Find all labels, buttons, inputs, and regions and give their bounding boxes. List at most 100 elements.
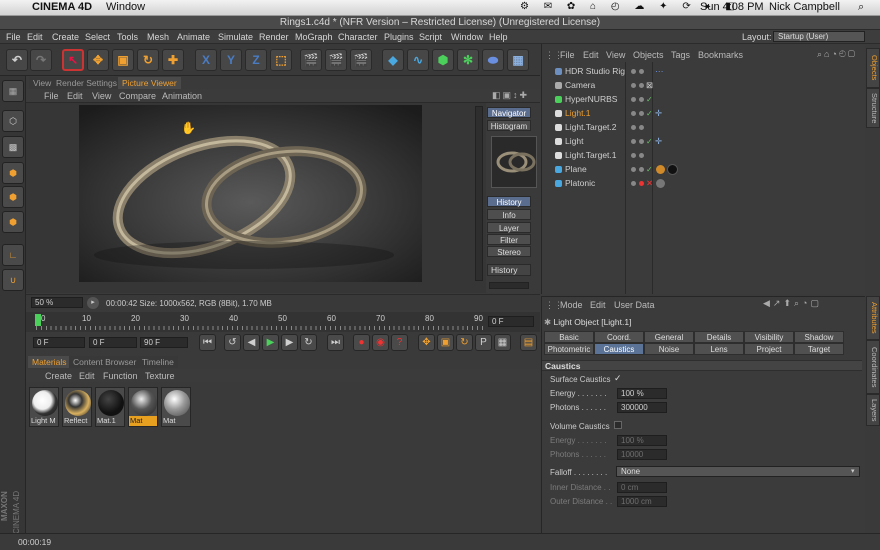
history-scrollbar[interactable] bbox=[489, 282, 529, 289]
undo-icon[interactable]: ↶ bbox=[6, 49, 28, 71]
stereo-tab[interactable]: Stereo bbox=[487, 246, 531, 257]
timeline-window-icon[interactable]: ▤ bbox=[520, 334, 537, 351]
mat-menu-edit[interactable]: Edit bbox=[79, 371, 95, 381]
min-frame-field[interactable]: 0 F bbox=[89, 337, 137, 348]
obj-menu-objects[interactable]: Objects bbox=[633, 50, 664, 60]
attr-tab-shadow[interactable]: Shadow bbox=[794, 331, 844, 343]
points-mode-icon[interactable]: ⬢ bbox=[2, 162, 24, 184]
viewer-menu-animation[interactable]: Animation bbox=[162, 91, 202, 101]
viewer-menu-compare[interactable]: Compare bbox=[119, 91, 156, 101]
model-mode-icon[interactable]: ⬡ bbox=[2, 110, 24, 132]
material-tag-icon[interactable] bbox=[656, 165, 665, 174]
spline-icon[interactable]: ∿ bbox=[407, 49, 429, 71]
keyframe-help-icon[interactable]: ? bbox=[391, 334, 408, 351]
x-axis-icon[interactable]: X bbox=[195, 49, 217, 71]
attr-tab-coord[interactable]: Coord. bbox=[594, 331, 644, 343]
mat-menu-create[interactable]: Create bbox=[45, 371, 72, 381]
energy-field[interactable]: 100 % bbox=[617, 388, 667, 399]
current-frame-field[interactable]: 0 F bbox=[488, 316, 534, 327]
right-tab-objects[interactable]: Objects bbox=[866, 48, 880, 88]
next-frame-icon[interactable]: ▶ bbox=[281, 334, 298, 351]
menu-file[interactable]: File bbox=[6, 32, 21, 42]
go-to-end-icon[interactable]: ⏭ bbox=[327, 334, 344, 351]
y-axis-icon[interactable]: Y bbox=[220, 49, 242, 71]
redo-icon[interactable]: ↷ bbox=[30, 49, 52, 71]
object-row[interactable]: Light.Target.2 bbox=[543, 121, 863, 134]
tab-timeline[interactable]: Timeline bbox=[138, 356, 178, 368]
live-selection-icon[interactable]: ↖ bbox=[62, 49, 84, 71]
viewer-menu-file[interactable]: File bbox=[44, 91, 59, 101]
enabled-check-icon[interactable]: ✓ bbox=[646, 135, 653, 148]
attr-menu-edit[interactable]: Edit bbox=[590, 300, 606, 310]
prev-frame-icon[interactable]: ◀ bbox=[243, 334, 260, 351]
app-menu[interactable]: CINEMA 4D bbox=[32, 1, 92, 13]
menu-render[interactable]: Render bbox=[259, 32, 289, 42]
obj-menu-bookmarks[interactable]: Bookmarks bbox=[698, 50, 743, 60]
object-row[interactable]: Light ✓ ✛ bbox=[543, 135, 863, 148]
autokey-icon[interactable]: ◉ bbox=[372, 334, 389, 351]
play-small-icon[interactable]: ▸ bbox=[87, 297, 99, 309]
material-tag-icon[interactable] bbox=[656, 179, 665, 188]
menu-edit[interactable]: Edit bbox=[27, 32, 43, 42]
enabled-check-icon[interactable]: ✓ bbox=[646, 163, 653, 176]
make-editable-icon[interactable]: ▦ bbox=[2, 80, 24, 102]
right-tab-attributes[interactable]: Attributes bbox=[866, 296, 880, 340]
attr-tab-noise[interactable]: Noise bbox=[644, 343, 694, 355]
menu-tools[interactable]: Tools bbox=[117, 32, 138, 42]
clock[interactable]: Sun 4:08 PM bbox=[700, 1, 764, 13]
navigator-tab[interactable]: Navigator bbox=[487, 107, 531, 118]
attr-tab-photometric[interactable]: Photometric bbox=[544, 343, 594, 355]
render-picture-viewer-icon[interactable]: 🎬 bbox=[325, 49, 347, 71]
menu-script[interactable]: Script bbox=[419, 32, 442, 42]
menu-help[interactable]: Help bbox=[489, 32, 508, 42]
record-icon[interactable]: ● bbox=[353, 334, 370, 351]
viewer-menu-edit[interactable]: Edit bbox=[67, 91, 83, 101]
object-row[interactable]: HDR Studio Rig ⋯ bbox=[543, 65, 863, 78]
material-thumb[interactable]: Reflect bbox=[62, 387, 92, 427]
attr-tab-general[interactable]: General bbox=[644, 331, 694, 343]
enabled-check-icon[interactable]: ✓ bbox=[646, 93, 653, 106]
key-param-icon[interactable]: P bbox=[475, 334, 492, 351]
material-thumb-selected[interactable]: Mat bbox=[128, 387, 158, 427]
axis-icon[interactable]: ∟ bbox=[2, 244, 24, 266]
deformer-icon[interactable]: ⬬ bbox=[482, 49, 504, 71]
falloff-select[interactable]: None bbox=[616, 466, 860, 477]
attr-menu-userdata[interactable]: User Data bbox=[614, 300, 655, 310]
photons-field[interactable]: 300000 bbox=[617, 402, 667, 413]
right-tab-coordinates[interactable]: Coordinates bbox=[866, 340, 880, 394]
attr-tab-caustics[interactable]: Caustics bbox=[594, 343, 644, 355]
viewer-vertical-scrollbar[interactable] bbox=[475, 106, 483, 281]
edges-mode-icon[interactable]: ⬢ bbox=[2, 186, 24, 208]
add-icon[interactable]: ✚ bbox=[162, 49, 184, 71]
attr-tab-visibility[interactable]: Visibility bbox=[744, 331, 794, 343]
enabled-check-icon[interactable]: ✓ bbox=[646, 107, 653, 120]
right-tab-layers[interactable]: Layers bbox=[866, 394, 880, 426]
attr-tab-basic[interactable]: Basic bbox=[544, 331, 594, 343]
key-scale-icon[interactable]: ▣ bbox=[437, 334, 454, 351]
material-thumb[interactable]: Light M bbox=[29, 387, 59, 427]
end-frame-field[interactable]: 90 F bbox=[140, 337, 188, 348]
menu-select[interactable]: Select bbox=[85, 32, 110, 42]
tab-materials[interactable]: Materials bbox=[28, 356, 71, 368]
menu-animate[interactable]: Animate bbox=[177, 32, 210, 42]
menu-create[interactable]: Create bbox=[52, 32, 79, 42]
play-icon[interactable]: ▶ bbox=[262, 334, 279, 351]
obj-menu-file[interactable]: File bbox=[560, 50, 575, 60]
key-move-icon[interactable]: ✥ bbox=[418, 334, 435, 351]
snap-icon[interactable]: ∪ bbox=[2, 269, 24, 291]
texture-mode-icon[interactable]: ▩ bbox=[2, 136, 24, 158]
key-pla-icon[interactable]: ▦ bbox=[494, 334, 511, 351]
attr-menu-mode[interactable]: Mode bbox=[560, 300, 583, 310]
render-view-icon[interactable]: 🎬 bbox=[300, 49, 322, 71]
move-icon[interactable]: ✥ bbox=[87, 49, 109, 71]
obj-toolbar-icons[interactable]: ⌕⌂◔◴▢ bbox=[817, 49, 857, 60]
obj-menu-edit[interactable]: Edit bbox=[583, 50, 599, 60]
cube-icon[interactable]: ◆ bbox=[382, 49, 404, 71]
volume-caustics-checkbox[interactable] bbox=[614, 421, 622, 429]
scale-icon[interactable]: ▣ bbox=[112, 49, 134, 71]
step-back-icon[interactable]: ↺ bbox=[224, 334, 241, 351]
attr-tab-project[interactable]: Project bbox=[744, 343, 794, 355]
polygons-mode-icon[interactable]: ⬢ bbox=[2, 211, 24, 233]
mat-menu-texture[interactable]: Texture bbox=[145, 371, 175, 381]
rotate-icon[interactable]: ↻ bbox=[137, 49, 159, 71]
